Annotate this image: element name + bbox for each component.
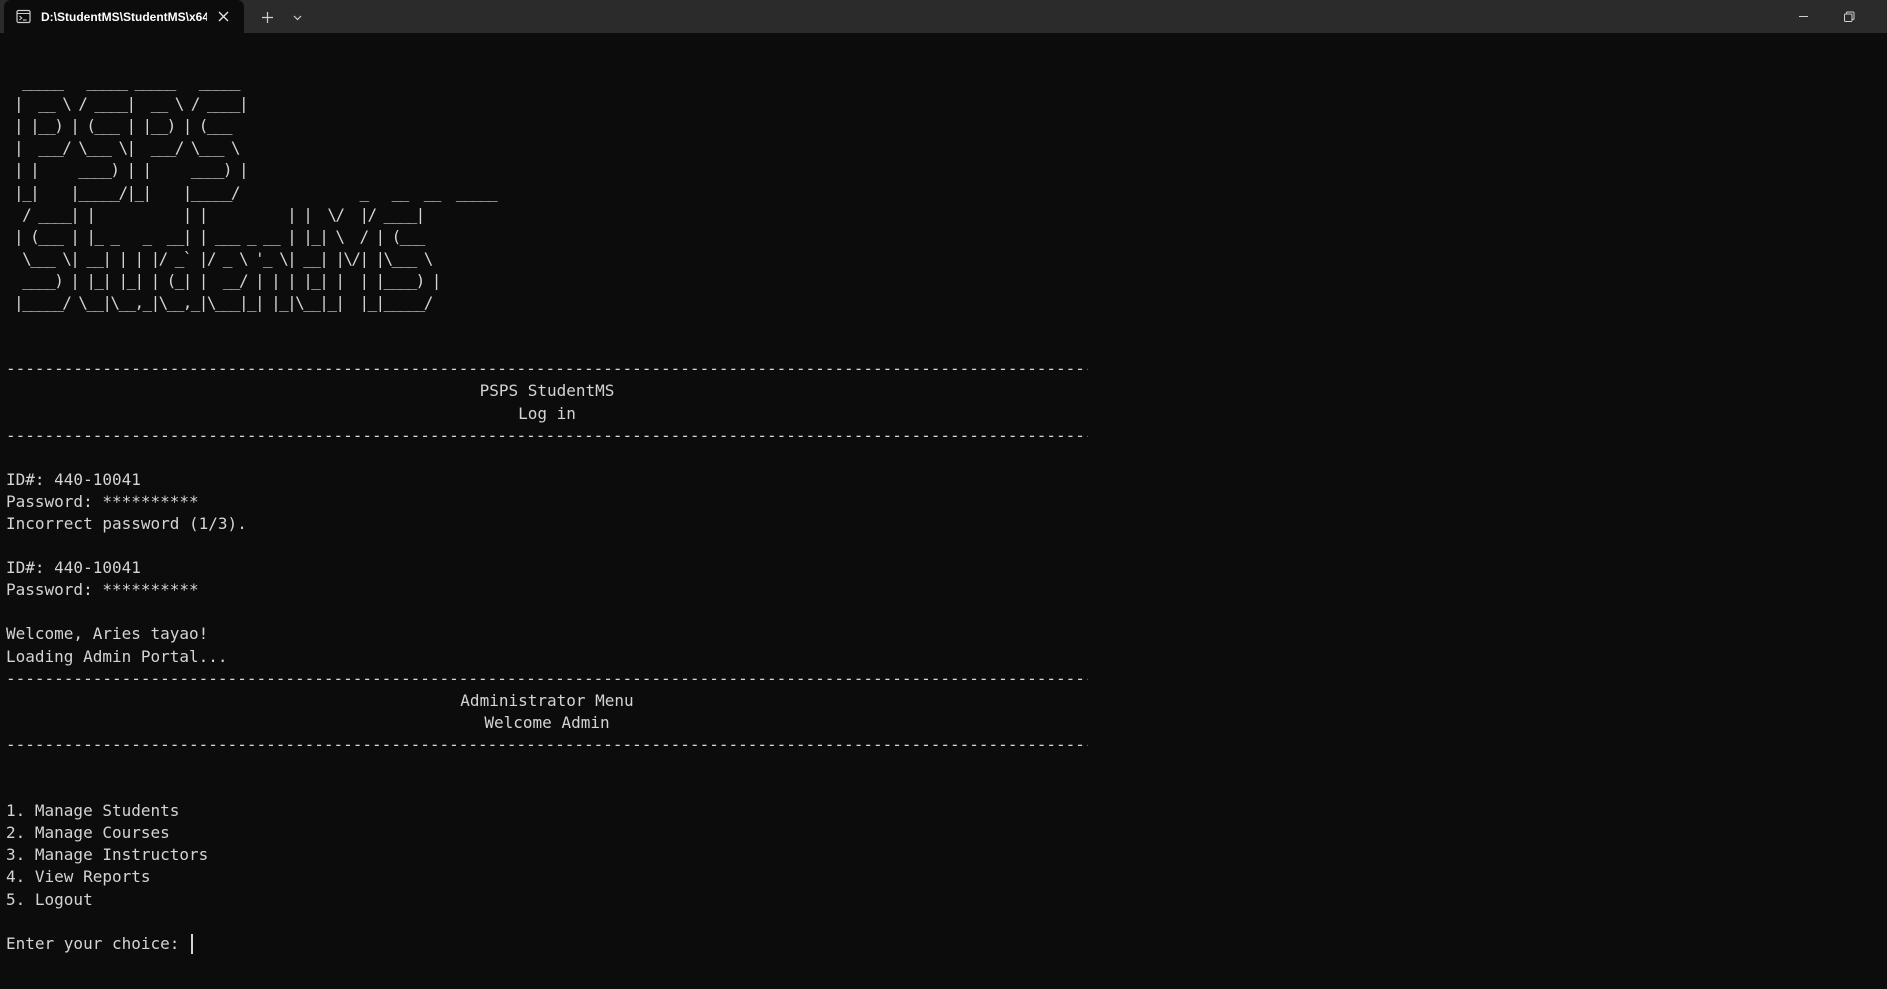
ascii-banner-line: | (___ | |_ _ _ __| | ___ _ __ | |_| \ /…: [6, 226, 440, 246]
ascii-banner-line: / ____| | | | | | \/ |/ ____|: [6, 204, 425, 224]
new-tab-icon[interactable]: [256, 6, 278, 28]
divider-line: ----------------------------------------…: [6, 668, 1088, 688]
choice-prompt-line[interactable]: Enter your choice:: [6, 933, 1887, 955]
restore-icon[interactable]: [1826, 0, 1872, 33]
terminal-window: D:\StudentMS\StudentMS\x64 _____ _____ _…: [0, 0, 1887, 989]
title-bar[interactable]: D:\StudentMS\StudentMS\x64: [0, 0, 1887, 33]
login-password-line: Password: **********: [6, 580, 199, 600]
menu-item-manage-students: 1. Manage Students: [6, 801, 180, 821]
login-password-line: Password: **********: [6, 491, 199, 511]
welcome-message: Welcome, Aries tayao!: [6, 624, 209, 644]
ascii-banner-line: |_| |_____/|_| |_____/ _ __ __ _____: [6, 182, 505, 202]
menu-item-view-reports: 4. View Reports: [6, 867, 151, 887]
minimize-icon[interactable]: [1780, 0, 1826, 33]
ascii-banner-line: ____) | |_| |_| | (_| | __/ | | | |_| | …: [6, 270, 441, 290]
terminal-tab[interactable]: D:\StudentMS\StudentMS\x64: [4, 0, 244, 33]
terminal-icon: [15, 8, 32, 25]
login-id-line: ID#: 440-10041: [6, 469, 141, 489]
admin-menu-subtitle: Welcome Admin: [484, 712, 610, 732]
text-cursor[interactable]: [191, 933, 194, 954]
login-subtitle: Log in: [518, 403, 576, 423]
divider-line: ----------------------------------------…: [6, 734, 1088, 754]
login-title: PSPS StudentMS: [479, 381, 615, 401]
ascii-banner: _____ _____ _____ _____ | __ \ / ____| _…: [6, 71, 1887, 314]
chevron-down-icon[interactable]: [286, 6, 308, 28]
menu-item-manage-courses: 2. Manage Courses: [6, 823, 170, 843]
tab-title: D:\StudentMS\StudentMS\x64: [41, 9, 207, 24]
ascii-banner-line: | | ____) | | ____) |: [6, 160, 249, 180]
choice-prompt: Enter your choice:: [6, 933, 190, 953]
divider-line: ----------------------------------------…: [6, 359, 1088, 379]
ascii-banner-line: | ___/ \___ \| ___/ \___ \: [6, 138, 247, 158]
divider-line: ----------------------------------------…: [6, 425, 1088, 445]
login-id-line: ID#: 440-10041: [6, 558, 141, 578]
terminal-output[interactable]: _____ _____ _____ _____ | __ \ / ____| _…: [6, 49, 1887, 989]
menu-item-logout: 5. Logout: [6, 889, 93, 909]
login-error-message: Incorrect password (1/3).: [6, 513, 247, 533]
ascii-banner-line: \___ \| __| | | |/ _` |/ _ \ '_ \| __| |…: [6, 248, 440, 268]
loading-message: Loading Admin Portal...: [6, 646, 228, 666]
ascii-banner-line: | |__) | (___ | |__) | (___: [6, 116, 247, 136]
ascii-banner-line: _____ _____ _____ _____: [6, 72, 247, 92]
close-tab-icon[interactable]: [215, 8, 231, 24]
menu-item-manage-instructors: 3. Manage Instructors: [6, 845, 209, 865]
ascii-banner-line: |_____/ \__|\__,_|\__,_|\___|_| |_|\__|_…: [6, 293, 440, 313]
admin-menu-list: 1. Manage Students 2. Manage Courses 3. …: [6, 800, 1887, 910]
ascii-banner-line: | __ \ / ____| __ \ / ____|: [6, 94, 249, 114]
admin-menu-title: Administrator Menu: [460, 690, 634, 710]
